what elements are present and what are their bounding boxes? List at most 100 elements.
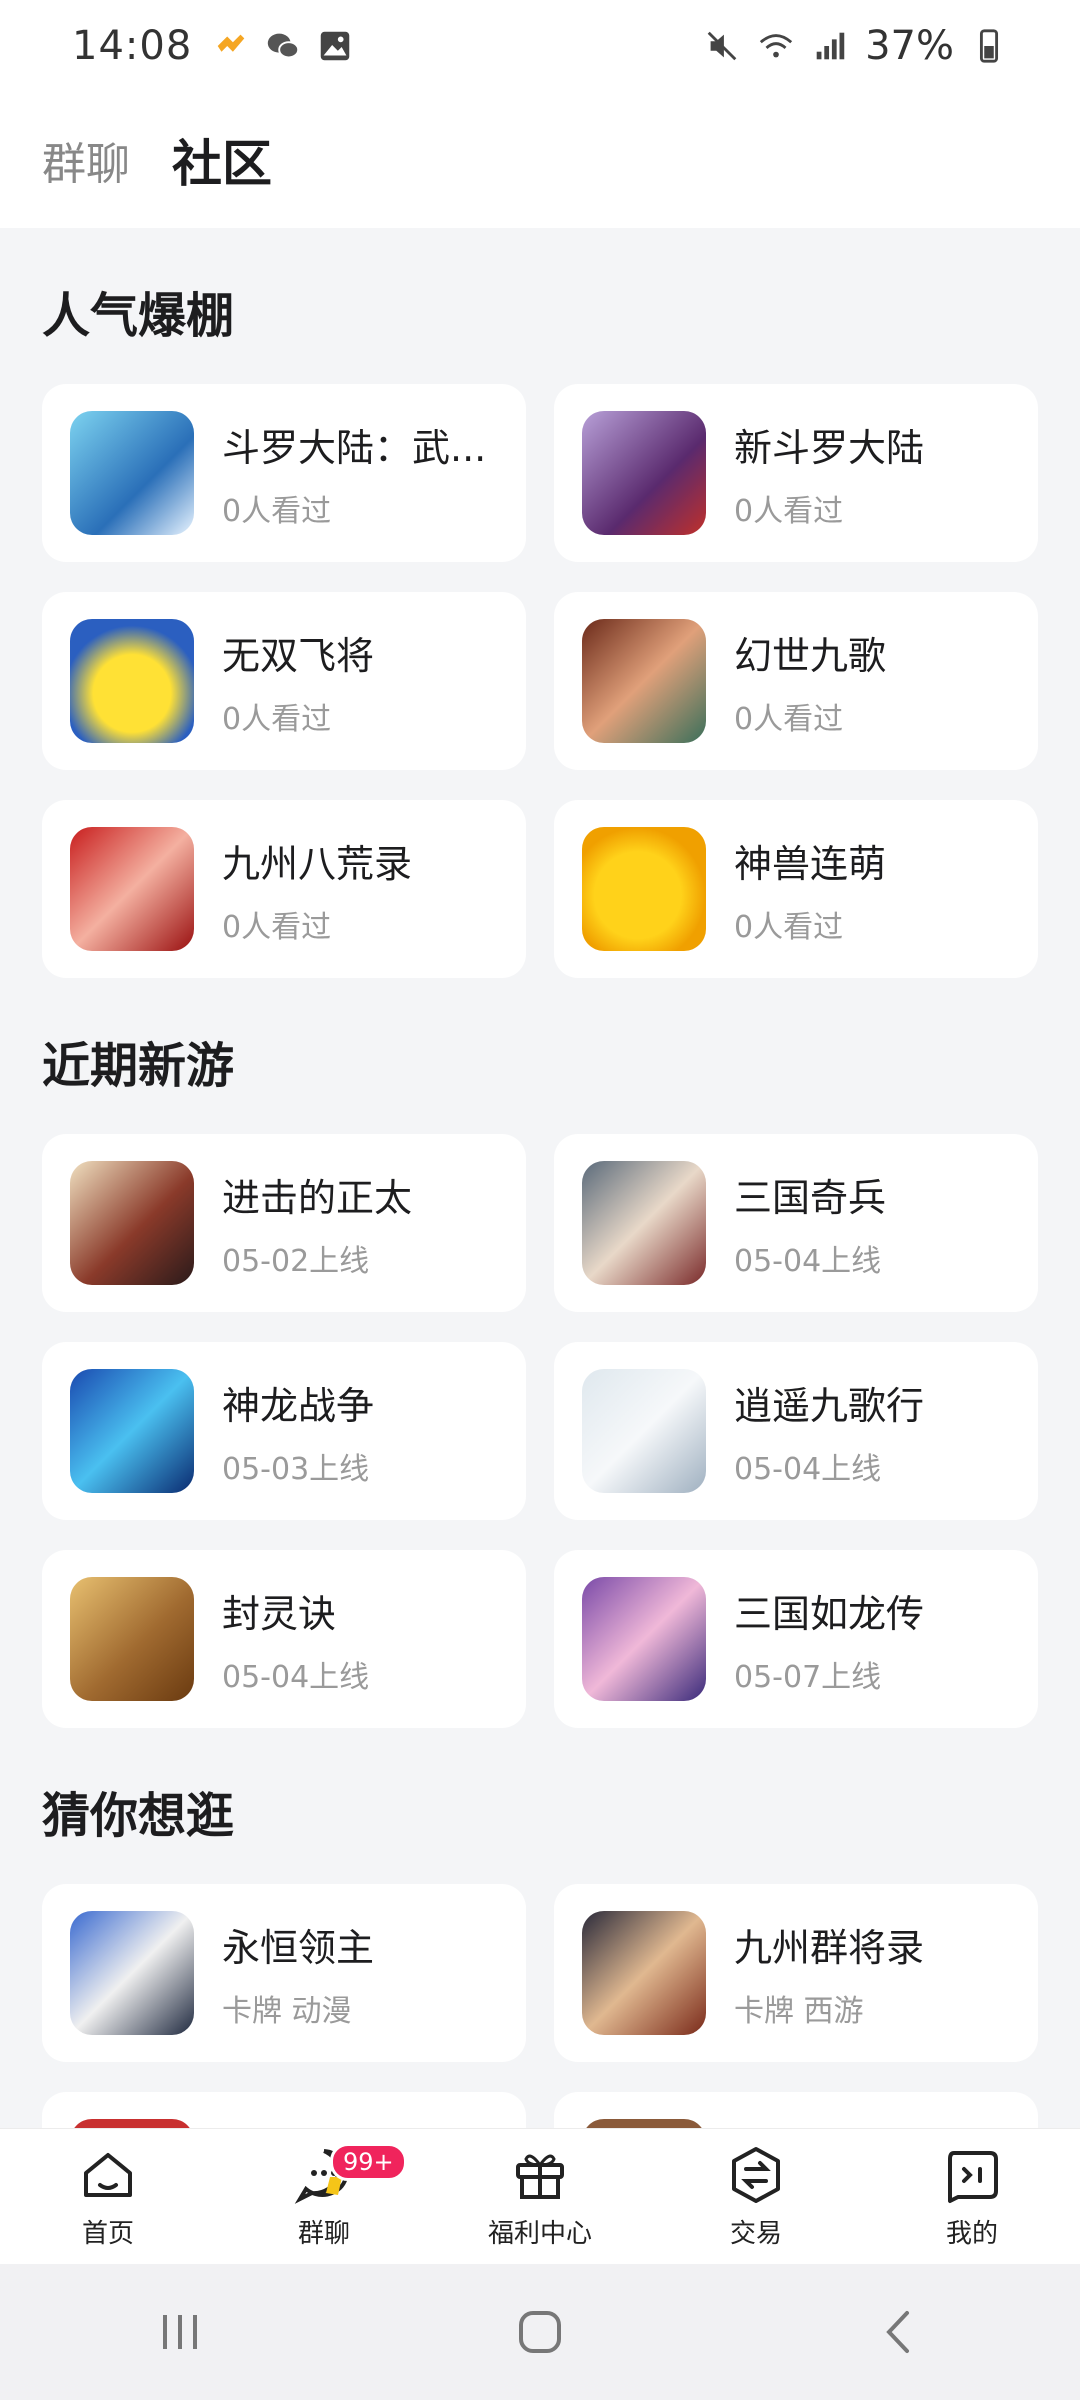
- game-views: 0人看过: [222, 909, 332, 945]
- wifi-icon: [759, 34, 793, 58]
- recent-apps-icon: [163, 2315, 197, 2349]
- nav-trade[interactable]: 交易: [648, 2129, 864, 2264]
- release-date: 05-03上线: [222, 1451, 370, 1487]
- game-name: 九州八荒录: [222, 841, 413, 886]
- game-name: 神龙战争: [222, 1383, 375, 1428]
- nav-label: 我的: [945, 2219, 998, 2249]
- game-card[interactable]: [554, 2092, 1038, 2128]
- gift-icon: [516, 2154, 564, 2199]
- game-name: 三国如龙传: [734, 1591, 925, 1636]
- game-name: 无双飞将: [222, 633, 375, 678]
- game-card[interactable]: 新斗罗大陆 0人看过: [554, 384, 1038, 562]
- nav-profile[interactable]: 我的: [864, 2129, 1080, 2264]
- home-circle-icon: [519, 2311, 561, 2353]
- wechat-icon: [268, 33, 300, 59]
- game-name: 封灵诀: [222, 1591, 337, 1636]
- nav-label: 福利中心: [487, 2219, 592, 2249]
- system-nav-bar: [0, 2264, 1080, 2400]
- notification-app-icon: [217, 34, 245, 52]
- battery-icon: [979, 29, 999, 63]
- game-icon: [582, 2119, 706, 2128]
- game-name: 逍遥九歌行: [734, 1383, 925, 1428]
- game-card[interactable]: 逍遥九歌行 05-04上线: [554, 1342, 1038, 1520]
- game-name: 进击的正太: [222, 1175, 413, 1220]
- game-card[interactable]: [42, 2092, 526, 2128]
- game-icon: [70, 1577, 194, 1701]
- game-card[interactable]: 无双飞将 0人看过: [42, 592, 526, 770]
- game-card[interactable]: 斗罗大陆：武... 0人看过: [42, 384, 526, 562]
- game-name: 斗罗大陆：武...: [222, 425, 487, 470]
- status-time: 14:08: [72, 23, 193, 69]
- release-date: 05-04上线: [734, 1451, 882, 1487]
- top-tab-bar: 群聊 社区: [0, 92, 1080, 228]
- trade-icon: [732, 2147, 780, 2203]
- game-card[interactable]: 三国奇兵 05-04上线: [554, 1134, 1038, 1312]
- game-name: 新斗罗大陆: [734, 425, 925, 470]
- community-content[interactable]: 人气爆棚 斗罗大陆：武... 0人看过 新斗罗大陆 0人看过 无双飞将 0人看过 幻世…: [0, 228, 1080, 2128]
- game-card[interactable]: 三国如龙传 05-07上线: [554, 1550, 1038, 1728]
- game-name: 幻世九歌: [734, 633, 887, 678]
- nav-label: 首页: [81, 2219, 134, 2249]
- game-icon: [582, 619, 706, 743]
- game-icon: [70, 411, 194, 535]
- game-name: 神兽连萌: [734, 841, 887, 886]
- game-card[interactable]: 进击的正太 05-02上线: [42, 1134, 526, 1312]
- game-name: 永恒领主: [222, 1925, 375, 1970]
- back-icon: [886, 2311, 909, 2353]
- section-title-new-games: 近期新游: [42, 1038, 235, 1094]
- game-views: 0人看过: [222, 493, 332, 529]
- game-icon: [70, 827, 194, 951]
- game-icon: [70, 619, 194, 743]
- gallery-icon: [321, 31, 350, 61]
- release-date: 05-04上线: [222, 1659, 370, 1695]
- game-tags: 卡牌 动漫: [222, 1993, 352, 2029]
- signal-icon: [816, 32, 845, 60]
- release-date: 05-04上线: [734, 1243, 882, 1279]
- game-card[interactable]: 幻世九歌 0人看过: [554, 592, 1038, 770]
- profile-icon: [948, 2151, 998, 2203]
- game-icon: [582, 1911, 706, 2035]
- game-icon: [70, 2119, 194, 2128]
- status-bar: 14:08 37%: [0, 0, 1080, 92]
- section-title-guess: 猜你想逛: [42, 1788, 235, 1844]
- nav-welfare-center[interactable]: 福利中心: [432, 2129, 648, 2264]
- game-tags: 卡牌 西游: [734, 1993, 864, 2029]
- game-icon: [582, 827, 706, 951]
- game-card[interactable]: 神龙战争 05-03上线: [42, 1342, 526, 1520]
- game-card[interactable]: 九州群将录卡牌 西游: [554, 1884, 1038, 2062]
- tab-community[interactable]: 社区: [172, 124, 272, 196]
- game-card[interactable]: 封灵诀 05-04上线: [42, 1550, 526, 1728]
- section-title-popular: 人气爆棚: [42, 288, 235, 344]
- unread-badge: 99+: [330, 2143, 407, 2181]
- nav-group-chat[interactable]: 99+ 群聊: [216, 2129, 432, 2264]
- game-views: 0人看过: [222, 701, 332, 737]
- game-name: 三国奇兵: [734, 1175, 887, 1220]
- game-views: 0人看过: [734, 701, 844, 737]
- game-card[interactable]: 九州八荒录 0人看过: [42, 800, 526, 978]
- release-date: 05-02上线: [222, 1243, 370, 1279]
- nav-label: 群聊: [297, 2219, 350, 2249]
- nav-home[interactable]: 首页: [0, 2129, 216, 2264]
- game-icon: [70, 1911, 194, 2035]
- home-icon: [84, 2153, 132, 2197]
- game-icon: [582, 1577, 706, 1701]
- game-card[interactable]: 神兽连萌 0人看过: [554, 800, 1038, 978]
- game-icon: [582, 1369, 706, 1493]
- recent-apps-button[interactable]: [145, 2297, 215, 2367]
- bottom-nav: 首页 99+ 群聊 福利中心 交易 我的: [0, 2128, 1080, 2264]
- game-card[interactable]: 永恒领主 卡牌 动漫: [42, 1884, 526, 2062]
- game-name: 九州群将录: [734, 1925, 925, 1970]
- game-views: 0人看过: [734, 493, 844, 529]
- tab-group-chat[interactable]: 群聊: [42, 128, 130, 192]
- mute-icon: [707, 31, 737, 61]
- game-icon: [582, 1161, 706, 1285]
- home-button[interactable]: [505, 2297, 575, 2367]
- game-icon: [70, 1161, 194, 1285]
- release-date: 05-07上线: [734, 1659, 882, 1695]
- game-icon: [582, 411, 706, 535]
- battery-percentage: 37%: [865, 23, 954, 69]
- game-views: 0人看过: [734, 909, 844, 945]
- back-button[interactable]: [865, 2297, 935, 2367]
- nav-label: 交易: [729, 2219, 782, 2249]
- game-icon: [70, 1369, 194, 1493]
